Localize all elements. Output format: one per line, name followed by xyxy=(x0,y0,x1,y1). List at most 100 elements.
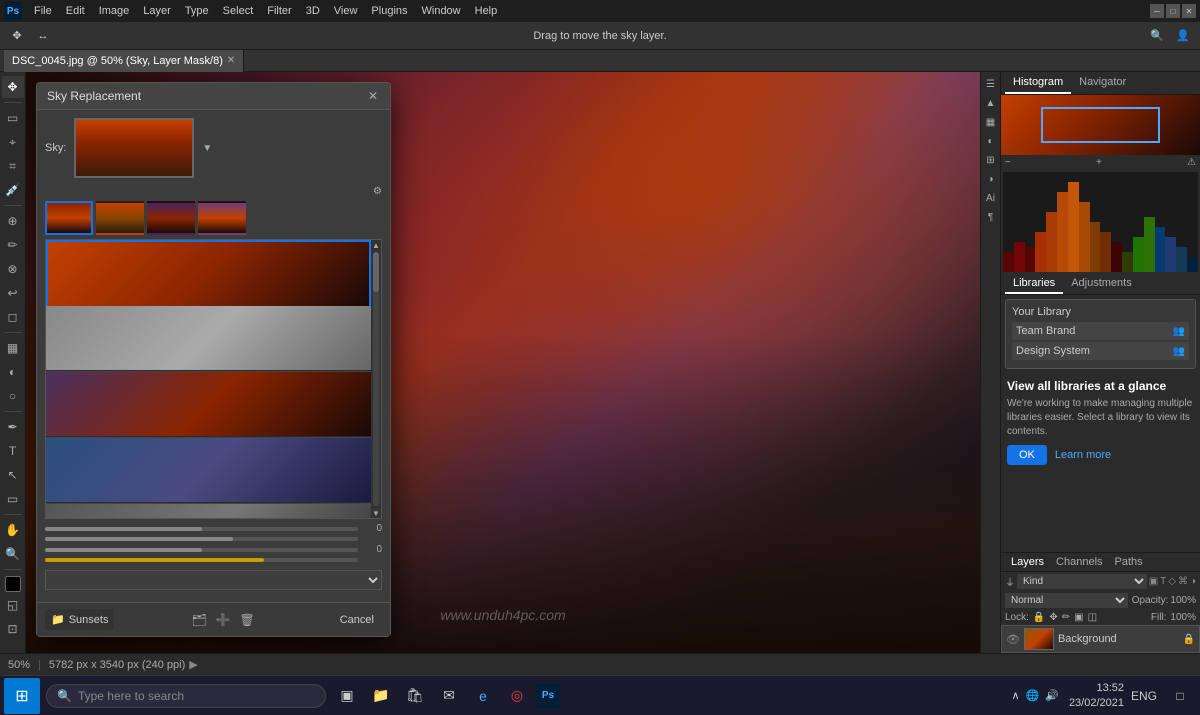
sky-list-item-1[interactable] xyxy=(46,240,371,306)
sky-category-folder[interactable]: 📁 Sunsets xyxy=(45,609,114,630)
lib-ok-button[interactable]: OK xyxy=(1007,445,1047,465)
lock-pixel-icon[interactable]: ▣ xyxy=(1074,612,1083,623)
start-button[interactable]: ⊞ xyxy=(4,678,40,714)
tab-navigator[interactable]: Navigator xyxy=(1071,72,1134,94)
patterns-icon[interactable]: ⊞ xyxy=(983,152,999,168)
move-tool[interactable]: ✥ xyxy=(2,76,24,98)
footer-delete-icon-btn[interactable]: 🗑 xyxy=(237,610,257,630)
menu-type[interactable]: Type xyxy=(179,3,215,19)
sky-gear-icon[interactable]: ⚙ xyxy=(373,186,382,197)
layer-blend-mode-select[interactable]: Normal xyxy=(1005,593,1128,608)
shape-tool[interactable]: ▭ xyxy=(2,488,24,510)
scrollbar-down-arrow[interactable]: ▼ xyxy=(371,508,381,518)
lasso-tool[interactable]: ⌖ xyxy=(2,131,24,153)
lib-learn-more-link[interactable]: Learn more xyxy=(1055,449,1111,461)
menu-layer[interactable]: Layer xyxy=(137,3,177,19)
close-button[interactable]: ✕ xyxy=(1182,4,1196,18)
profile-btn[interactable]: 👤 xyxy=(1172,25,1194,47)
tab-libraries[interactable]: Libraries xyxy=(1005,274,1063,294)
move-tool-options[interactable]: ✥ xyxy=(6,25,28,47)
nav-zoom-out-icon[interactable]: − xyxy=(1005,157,1011,168)
menu-select[interactable]: Select xyxy=(217,3,260,19)
minimize-button[interactable]: ─ xyxy=(1150,4,1164,18)
layer-filter-shape-icon[interactable]: ◇ xyxy=(1168,576,1176,587)
layer-kind-select[interactable]: Kind xyxy=(1017,574,1147,589)
tray-volume-icon[interactable]: 🔊 xyxy=(1045,689,1059,702)
foreground-color[interactable] xyxy=(5,576,21,592)
sky-thumbnail-1[interactable] xyxy=(45,201,93,235)
cancel-button[interactable]: Cancel xyxy=(332,610,382,630)
crop-tool[interactable]: ⌗ xyxy=(2,155,24,177)
heal-tool[interactable]: ⊕ xyxy=(2,210,24,232)
tab-close-icon[interactable]: ✕ xyxy=(227,55,235,66)
maximize-button[interactable]: □ xyxy=(1166,4,1180,18)
sky-list-scrollbar[interactable]: ▲ ▼ xyxy=(371,240,381,518)
auto-select[interactable]: ↔ xyxy=(32,25,54,47)
menu-help[interactable]: Help xyxy=(469,3,504,19)
lib-item-team-brand[interactable]: Team Brand 👥 xyxy=(1012,322,1189,340)
dialog-close-button[interactable]: ✕ xyxy=(366,89,380,103)
history-brush[interactable]: ↩ xyxy=(2,282,24,304)
taskbar-photoshop[interactable]: Ps xyxy=(536,684,560,708)
taskbar-chrome[interactable]: ◎ xyxy=(502,678,532,714)
lock-move-icon[interactable]: ✥ xyxy=(1049,612,1057,623)
adjustments-icon[interactable]: ◑ xyxy=(983,171,999,187)
eraser-tool[interactable]: ◻ xyxy=(2,306,24,328)
footer-add-icon-btn[interactable]: ➕ xyxy=(213,610,233,630)
layer-visibility-icon[interactable]: 👁 xyxy=(1006,633,1020,646)
brush-tool[interactable]: ✏ xyxy=(2,234,24,256)
sky-list-item-2[interactable] xyxy=(46,306,371,372)
sky-thumbnail-4[interactable] xyxy=(198,201,246,235)
sky-list-item-3[interactable] xyxy=(46,372,371,438)
color-icon[interactable]: ▲ xyxy=(983,95,999,111)
path-select[interactable]: ↖ xyxy=(2,464,24,486)
properties-icon[interactable]: ☰ xyxy=(983,76,999,92)
screen-mode[interactable]: ⊡ xyxy=(2,618,24,640)
paragraph-icon[interactable]: ¶ xyxy=(983,209,999,225)
footer-folder-icon-btn[interactable]: 🗂 xyxy=(189,610,209,630)
sky-preview-thumbnail[interactable] xyxy=(74,118,194,178)
system-clock[interactable]: 13:52 23/02/2021 xyxy=(1069,681,1124,710)
tab-channels[interactable]: Channels xyxy=(1050,553,1108,571)
taskbar-mail[interactable]: ✉ xyxy=(434,678,464,714)
selection-tool[interactable]: ▭ xyxy=(2,107,24,129)
scrollbar-thumb[interactable] xyxy=(373,252,379,292)
sky-thumbnail-3[interactable] xyxy=(147,201,195,235)
tab-adjustments[interactable]: Adjustments xyxy=(1063,274,1140,294)
menu-3d[interactable]: 3D xyxy=(300,3,326,19)
sky-list-container[interactable]: ▲ ▼ xyxy=(45,239,382,519)
taskbar-file-explorer[interactable]: 📁 xyxy=(366,678,396,714)
menu-view[interactable]: View xyxy=(328,3,364,19)
lock-all-icon[interactable]: ◫ xyxy=(1088,612,1097,623)
nav-zoom-in-icon[interactable]: + xyxy=(1096,157,1102,168)
menu-image[interactable]: Image xyxy=(93,3,136,19)
dodge-tool[interactable]: ○ xyxy=(2,385,24,407)
menu-edit[interactable]: Edit xyxy=(60,3,91,19)
lock-icon[interactable]: 🔒 xyxy=(1033,612,1045,623)
layer-filter-text-icon[interactable]: T xyxy=(1160,576,1166,587)
gradients-icon[interactable]: ◐ xyxy=(983,133,999,149)
blur-tool[interactable]: ◐ xyxy=(2,361,24,383)
tab-histogram[interactable]: Histogram xyxy=(1005,72,1071,94)
ai-icon[interactable]: Ai xyxy=(983,190,999,206)
tray-network-icon[interactable]: 🌐 xyxy=(1026,689,1040,702)
mask-mode[interactable]: ◱ xyxy=(2,594,24,616)
layer-row-background[interactable]: 👁 Background 🔒 xyxy=(1001,625,1200,653)
menu-filter[interactable]: Filter xyxy=(261,3,297,19)
output-dropdown[interactable] xyxy=(45,570,382,590)
sky-list-item-5[interactable] xyxy=(46,504,371,519)
taskbar-edge[interactable]: e xyxy=(468,678,498,714)
info-arrow-icon[interactable]: ▶ xyxy=(189,658,197,671)
canvas-area[interactable]: Sky Replacement ✕ Sky: ▼ xyxy=(26,72,980,653)
slider-track-1[interactable] xyxy=(45,527,358,531)
tab-layers[interactable]: Layers xyxy=(1005,553,1050,571)
layer-filter-pixel-icon[interactable]: ▣ xyxy=(1149,576,1158,587)
sky-list-item-4[interactable] xyxy=(46,438,371,504)
taskbar-search-box[interactable]: 🔍 Type here to search xyxy=(46,684,326,708)
scrollbar-track[interactable] xyxy=(373,252,379,506)
scrollbar-up-arrow[interactable]: ▲ xyxy=(371,240,381,250)
menu-window[interactable]: Window xyxy=(416,3,467,19)
menu-plugins[interactable]: Plugins xyxy=(365,3,413,19)
lang-btn[interactable]: ENG xyxy=(1128,680,1160,712)
nav-warning-icon[interactable]: ⚠ xyxy=(1187,157,1196,168)
